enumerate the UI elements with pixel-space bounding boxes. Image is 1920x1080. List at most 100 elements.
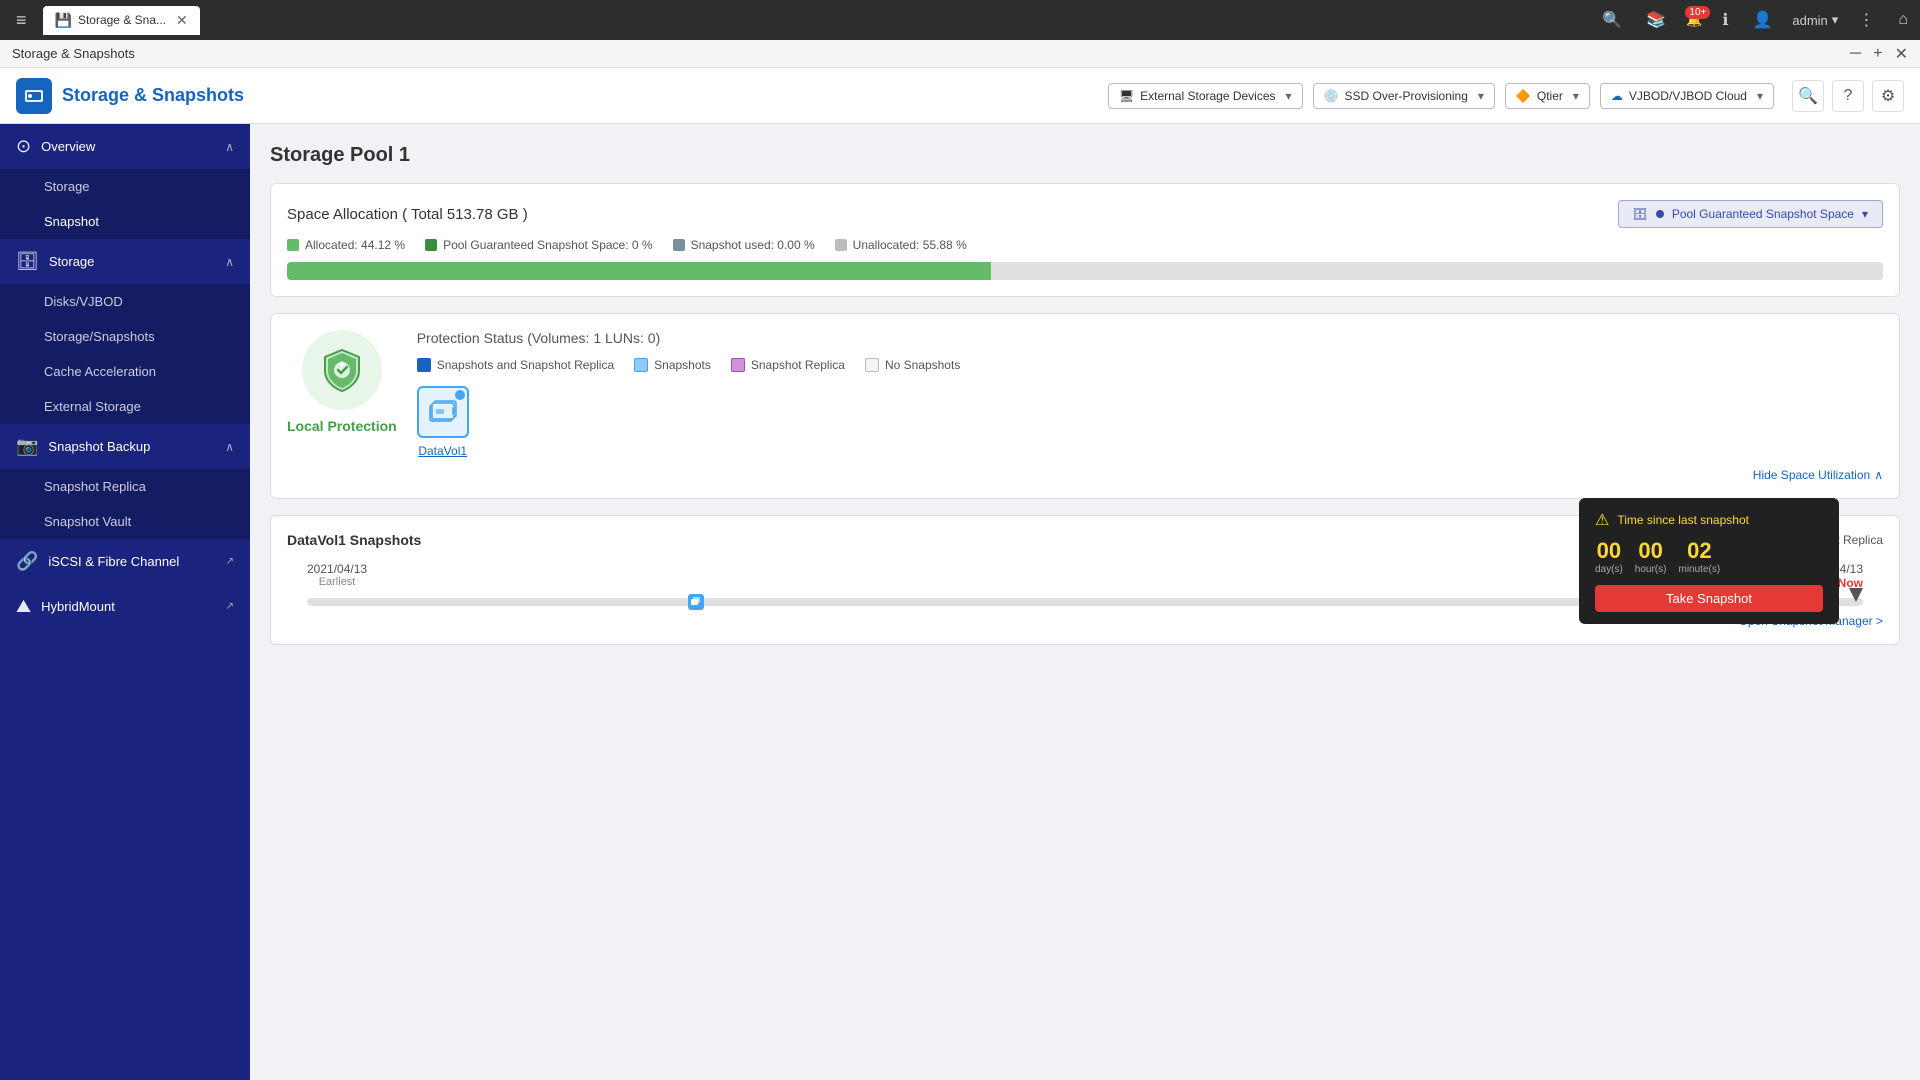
hybridmount-icon: ⛰ xyxy=(16,596,31,617)
snapshots-replica-label: Snapshots and Snapshot Replica xyxy=(437,358,614,372)
take-snapshot-button[interactable]: Take Snapshot xyxy=(1595,585,1823,612)
info-icon[interactable]: ℹ xyxy=(1718,6,1732,34)
vjbod-cloud-dropdown[interactable]: ☁ VJBOD/VJBOD Cloud ▾ xyxy=(1600,83,1774,109)
admin-label: admin xyxy=(1792,13,1827,28)
sidebar-item-overview[interactable]: ⊙ Overview ∧ xyxy=(0,124,250,169)
earliest-date-label: Earliest xyxy=(307,576,367,588)
admin-button[interactable]: admin ▾ xyxy=(1792,12,1838,28)
datavol1-item[interactable]: DataVol1 xyxy=(417,386,469,458)
iscsi-external-icon: ↗ xyxy=(226,556,234,567)
pool-title: Storage Pool 1 xyxy=(270,144,1900,167)
space-progress-bar xyxy=(287,262,1883,280)
tooltip-days: 00 day(s) xyxy=(1595,538,1623,575)
header-help-button[interactable]: ? xyxy=(1832,80,1864,112)
sidebar-item-storage[interactable]: Storage xyxy=(0,169,250,204)
ssd-arrow-icon: ▾ xyxy=(1478,89,1484,103)
app-logo-icon xyxy=(16,78,52,114)
legend-allocated-label: Allocated: 44.12 % xyxy=(305,238,405,252)
tab-close-icon[interactable]: ✕ xyxy=(176,12,188,29)
tooltip-title: Time since last snapshot xyxy=(1617,513,1749,527)
sidebar-item-snapshot-vault[interactable]: Snapshot Vault xyxy=(0,504,250,539)
no-snapshots-label: No Snapshots xyxy=(885,358,960,372)
hamburger-menu-icon[interactable]: ≡ xyxy=(8,6,35,35)
snapshot-legend-row: Snapshots and Snapshot Replica Snapshots… xyxy=(417,358,1883,372)
admin-arrow-icon: ▾ xyxy=(1832,12,1839,28)
external-storage-devices-dropdown[interactable]: 🖥 DataVol1 Snapshots External Storage De… xyxy=(1108,83,1303,109)
snapshots-title: DataVol1 Snapshots xyxy=(287,532,421,548)
legend-unallocated-label: Unallocated: 55.88 % xyxy=(853,238,967,252)
header-settings-button[interactable]: ⚙ xyxy=(1872,80,1904,112)
close-button[interactable]: ✕ xyxy=(1895,44,1908,64)
stack-icon[interactable]: 📚 xyxy=(1642,6,1670,34)
search-icon[interactable]: 🔍 xyxy=(1598,6,1626,34)
user-icon[interactable]: 👤 xyxy=(1748,6,1776,34)
sidebar-item-iscsi-fibre[interactable]: 🔗 iSCSI & Fibre Channel ↗ xyxy=(0,539,250,584)
vjbod-arrow-icon: ▾ xyxy=(1757,89,1763,103)
window-title: Storage & Snapshots xyxy=(12,46,1850,61)
space-alloc-header: Space Allocation ( Total 513.78 GB ) 🗄 P… xyxy=(287,200,1883,228)
more-icon[interactable]: ⋮ xyxy=(1854,6,1878,34)
legend-allocated: Allocated: 44.12 % xyxy=(287,238,405,252)
space-alloc-title: Space Allocation ( Total 513.78 GB ) xyxy=(287,206,528,223)
hide-space-utilization-link[interactable]: Hide Space Utilization ∧ xyxy=(287,468,1883,482)
datavol1-snapshots-section: DataVol1 Snapshots Local Snapshot Snapsh… xyxy=(270,515,1900,645)
legend-snapshots-replica: Snapshots and Snapshot Replica xyxy=(417,358,614,372)
tooltip-hours: 00 hour(s) xyxy=(1635,538,1667,575)
sidebar-storage-label: Storage xyxy=(49,254,215,269)
pool-guaranteed-snapshot-button[interactable]: 🗄 Pool Guaranteed Snapshot Space ▾ xyxy=(1618,200,1883,228)
qtier-icon: 🔶 xyxy=(1516,89,1531,103)
tooltip-minutes: 02 minute(s) xyxy=(1678,538,1720,575)
sidebar-item-cache-acceleration[interactable]: Cache Acceleration xyxy=(0,354,250,389)
notification-count: 10+ xyxy=(1685,6,1710,19)
legend-pool-guaranteed: Pool Guaranteed Snapshot Space: 0 % xyxy=(425,238,652,252)
legend-unallocated-dot xyxy=(835,239,847,251)
local-protection-card: Local Protection Protection Status (Volu… xyxy=(270,313,1900,499)
progress-allocated xyxy=(287,262,991,280)
notification-badge[interactable]: 🔔10+ xyxy=(1686,12,1702,28)
snapshots-label: Snapshots xyxy=(654,358,711,372)
tooltip-days-label: day(s) xyxy=(1595,564,1623,575)
app-title: Storage & Snapshots xyxy=(62,85,244,106)
earliest-date-value: 2021/04/13 xyxy=(307,562,367,576)
snapshots-box xyxy=(634,358,648,372)
overview-icon: ⊙ xyxy=(16,136,31,157)
tab-icon: 💾 xyxy=(55,12,72,29)
legend-unallocated: Unallocated: 55.88 % xyxy=(835,238,967,252)
app-tab[interactable]: 💾 Storage & Sna... ✕ xyxy=(43,6,200,35)
vjbod-icon: ☁ xyxy=(1611,89,1623,103)
window-bar: Storage & Snapshots ─ + ✕ xyxy=(0,40,1920,68)
minimize-button[interactable]: ─ xyxy=(1850,45,1861,63)
timeline-snapshot-marker[interactable] xyxy=(688,594,704,610)
external-storage-devices-icon: 🖥 xyxy=(1119,89,1134,103)
sidebar-item-disks-vjbod[interactable]: Disks/VJBOD xyxy=(0,284,250,319)
tooltip-minutes-label: minute(s) xyxy=(1678,564,1720,575)
tab-label: Storage & Sna... xyxy=(78,13,166,27)
qtier-dropdown[interactable]: 🔶 Qtier ▾ xyxy=(1505,83,1590,109)
snapshot-backup-submenu: Snapshot Replica Snapshot Vault xyxy=(0,469,250,539)
tooltip-days-value: 00 xyxy=(1595,538,1623,564)
iscsi-icon: 🔗 xyxy=(16,551,38,572)
local-protection-label: Local Protection xyxy=(287,418,397,434)
ssd-icon: 💿 xyxy=(1324,89,1339,103)
external-storage-arrow-icon: ▾ xyxy=(1286,89,1292,103)
sidebar-item-snapshot-backup[interactable]: 📷 Snapshot Backup ∧ xyxy=(0,424,250,469)
datavol1-label[interactable]: DataVol1 xyxy=(418,444,467,458)
ssd-overprovisioning-dropdown[interactable]: 💿 SSD Over-Provisioning ▾ xyxy=(1313,83,1495,109)
sidebar-item-storage-snapshots[interactable]: Storage/Snapshots xyxy=(0,319,250,354)
sidebar-item-snapshot-replica[interactable]: Snapshot Replica xyxy=(0,469,250,504)
sidebar-item-storage-section[interactable]: 🗄 Storage ∧ xyxy=(0,239,250,284)
home-icon[interactable]: ⌂ xyxy=(1894,7,1912,33)
window-controls: ─ + ✕ xyxy=(1850,44,1908,64)
sidebar-item-hybridmount[interactable]: ⛰ HybridMount ↗ xyxy=(0,584,250,629)
protection-status-title: Protection Status (Volumes: 1 LUNs: 0) xyxy=(417,330,1883,346)
snapshot-backup-icon: 📷 xyxy=(16,436,38,457)
overview-arrow-icon: ∧ xyxy=(225,140,234,154)
snapshot-replica-box xyxy=(731,358,745,372)
maximize-button[interactable]: + xyxy=(1873,45,1882,63)
header-search-button[interactable]: 🔍 xyxy=(1792,80,1824,112)
pool-snapshot-icon: 🗄 xyxy=(1633,207,1648,221)
sidebar-item-external-storage[interactable]: External Storage xyxy=(0,389,250,424)
sidebar-item-snapshot[interactable]: Snapshot xyxy=(0,204,250,239)
protection-content: Protection Status (Volumes: 1 LUNs: 0) S… xyxy=(417,330,1883,458)
shield-icon xyxy=(302,330,382,410)
